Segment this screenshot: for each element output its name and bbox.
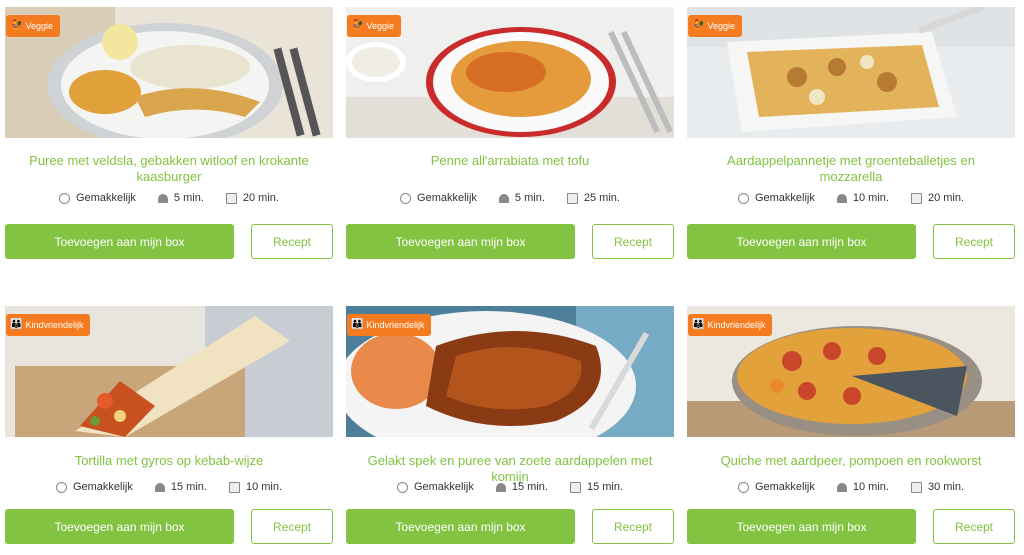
chicken-veggie-icon: 🐓 [10, 20, 23, 31]
prep-time: 10 min. [852, 192, 889, 204]
recipe-image[interactable]: 👪 Kindvriendelijk [687, 306, 1015, 437]
recipe-card: 👪 Kindvriendelijk Quiche met aardpeer, p… [687, 306, 1015, 544]
recipe-button[interactable]: Recept [251, 224, 333, 259]
kid-friendly-badge: 👪 Kindvriendelijk [688, 314, 773, 336]
chef-hat-icon [157, 193, 168, 203]
recipe-image[interactable]: 🐓 Veggie [346, 7, 674, 138]
recipe-image[interactable]: 👪 Kindvriendelijk [5, 306, 333, 437]
recipe-button[interactable]: Recept [933, 509, 1015, 544]
add-to-box-button[interactable]: Toevoegen aan mijn box [5, 509, 234, 544]
prep-time: 5 min. [173, 192, 204, 204]
difficulty-label: Gemakkelijk [76, 192, 136, 204]
difficulty-label: Gemakkelijk [417, 192, 477, 204]
recipe-title[interactable]: Gelakt spek en puree van zoete aardappel… [346, 453, 674, 484]
chef-hat-icon [836, 193, 847, 203]
recipe-meta: Gemakkelijk 5 min. 20 min. [5, 190, 333, 206]
add-to-box-button[interactable]: Toevoegen aan mijn box [5, 224, 234, 259]
difficulty-label: Gemakkelijk [754, 481, 815, 493]
pan-icon [225, 192, 237, 204]
chef-face-icon [59, 192, 71, 204]
chef-face-icon [55, 481, 67, 493]
recipe-title[interactable]: Quiche met aardpeer, pompoen en rookwors… [687, 453, 1015, 469]
prep-time: 5 min. [514, 192, 545, 204]
chef-face-icon [737, 481, 749, 493]
recipe-meta: Gemakkelijk 15 min. 10 min. [5, 479, 333, 495]
chicken-veggie-icon: 🐓 [692, 20, 705, 31]
recipe-card: 👪 Kindvriendelijk Gelakt spek en puree v… [346, 306, 674, 544]
cook-time: 20 min. [242, 192, 279, 204]
pan-icon [910, 192, 922, 204]
chef-face-icon [396, 481, 408, 493]
recipe-button[interactable]: Recept [933, 224, 1015, 259]
cook-time: 20 min. [927, 192, 965, 204]
difficulty-label: Gemakkelijk [72, 481, 133, 493]
kid-friendly-badge: 👪 Kindvriendelijk [6, 314, 91, 336]
recipe-meta: Gemakkelijk 5 min. 25 min. [346, 190, 674, 206]
add-to-box-button[interactable]: Toevoegen aan mijn box [687, 224, 916, 259]
recipe-card: 👪 Kindvriendelijk Tortilla met gyros op … [5, 306, 333, 544]
veggie-badge: 🐓 Veggie [347, 15, 401, 37]
chef-face-icon [737, 192, 749, 204]
difficulty-label: Gemakkelijk [754, 192, 815, 204]
recipe-image[interactable]: 👪 Kindvriendelijk [346, 306, 674, 437]
pan-icon [569, 481, 581, 493]
prep-time: 15 min. [511, 481, 548, 493]
recipe-button[interactable]: Recept [592, 509, 674, 544]
recipe-card: 🐓 Veggie Aardappelpannetje met groenteba… [687, 7, 1015, 259]
recipe-meta: Gemakkelijk 10 min. 30 min. [687, 479, 1015, 495]
family-icon: 👪 [10, 319, 23, 330]
veggie-badge: 🐓 Veggie [688, 15, 742, 37]
cook-time: 25 min. [583, 192, 620, 204]
recipe-meta: Gemakkelijk 15 min. 15 min. [346, 479, 674, 495]
recipe-title[interactable]: Aardappelpannetje met groenteballetjes e… [687, 153, 1015, 185]
chef-hat-icon [498, 193, 509, 203]
pan-icon [910, 481, 922, 493]
add-to-box-button[interactable]: Toevoegen aan mijn box [346, 224, 575, 259]
recipe-meta: Gemakkelijk 10 min. 20 min. [687, 190, 1015, 206]
recipe-title[interactable]: Penne all'arrabiata met tofu [346, 153, 674, 185]
pan-icon [566, 192, 578, 204]
chef-hat-icon [495, 482, 506, 492]
veggie-badge: 🐓 Veggie [6, 15, 60, 37]
chef-hat-icon [836, 482, 847, 492]
recipe-image[interactable]: 🐓 Veggie [687, 7, 1015, 138]
add-to-box-button[interactable]: Toevoegen aan mijn box [346, 509, 575, 544]
prep-time: 10 min. [852, 481, 889, 493]
chicken-veggie-icon: 🐓 [351, 20, 364, 31]
chef-face-icon [400, 192, 412, 204]
difficulty-label: Gemakkelijk [413, 481, 474, 493]
family-icon: 👪 [351, 319, 364, 330]
family-icon: 👪 [692, 319, 705, 330]
add-to-box-button[interactable]: Toevoegen aan mijn box [687, 509, 916, 544]
recipe-title[interactable]: Tortilla met gyros op kebab-wijze [5, 453, 333, 469]
prep-time: 15 min. [170, 481, 207, 493]
chef-hat-icon [154, 482, 165, 492]
recipe-button[interactable]: Recept [251, 509, 333, 544]
pan-icon [228, 481, 240, 493]
cook-time: 30 min. [927, 481, 965, 493]
recipe-image[interactable]: 🐓 Veggie [5, 7, 333, 138]
kid-friendly-badge: 👪 Kindvriendelijk [347, 314, 432, 336]
cook-time: 10 min. [245, 481, 283, 493]
recipe-title[interactable]: Puree met veldsla, gebakken witloof en k… [5, 153, 333, 185]
cook-time: 15 min. [586, 481, 624, 493]
recipe-button[interactable]: Recept [592, 224, 674, 259]
recipe-card: 🐓 Veggie Penne all'arrabiata met tofu Ge… [346, 7, 674, 259]
recipe-card: 🐓 Veggie Puree met veldsla, gebakken wit… [5, 7, 333, 259]
